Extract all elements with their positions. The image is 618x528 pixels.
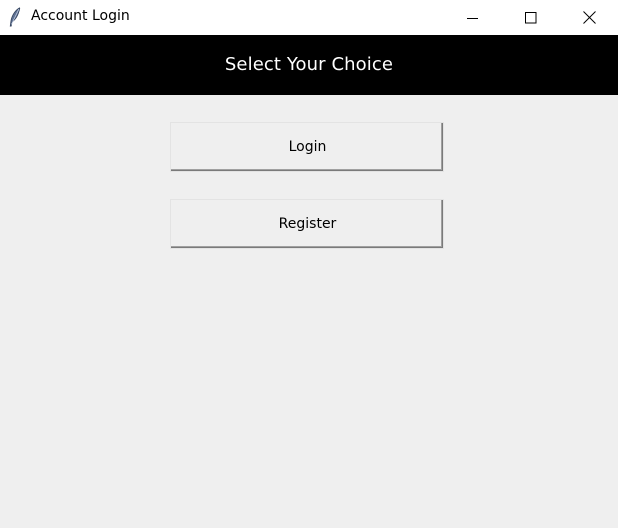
close-button[interactable] [560, 0, 618, 35]
title-bar[interactable]: Account Login [0, 0, 618, 35]
register-button-label: Register [278, 215, 337, 232]
close-icon [582, 11, 596, 24]
maximize-icon [525, 11, 537, 23]
window-title: Account Login [31, 8, 130, 24]
minimize-icon [467, 17, 478, 19]
maximize-button[interactable] [502, 0, 560, 35]
page-title: Select Your Choice [224, 53, 394, 75]
feather-icon [9, 7, 21, 27]
login-button-label: Login [288, 138, 327, 155]
login-button[interactable]: Login [170, 122, 444, 172]
header-banner: Select Your Choice [0, 35, 618, 95]
app-window: Account Login Select Your Choice Login R… [0, 0, 618, 528]
register-button[interactable]: Register [170, 199, 444, 249]
minimize-button[interactable] [444, 0, 502, 35]
